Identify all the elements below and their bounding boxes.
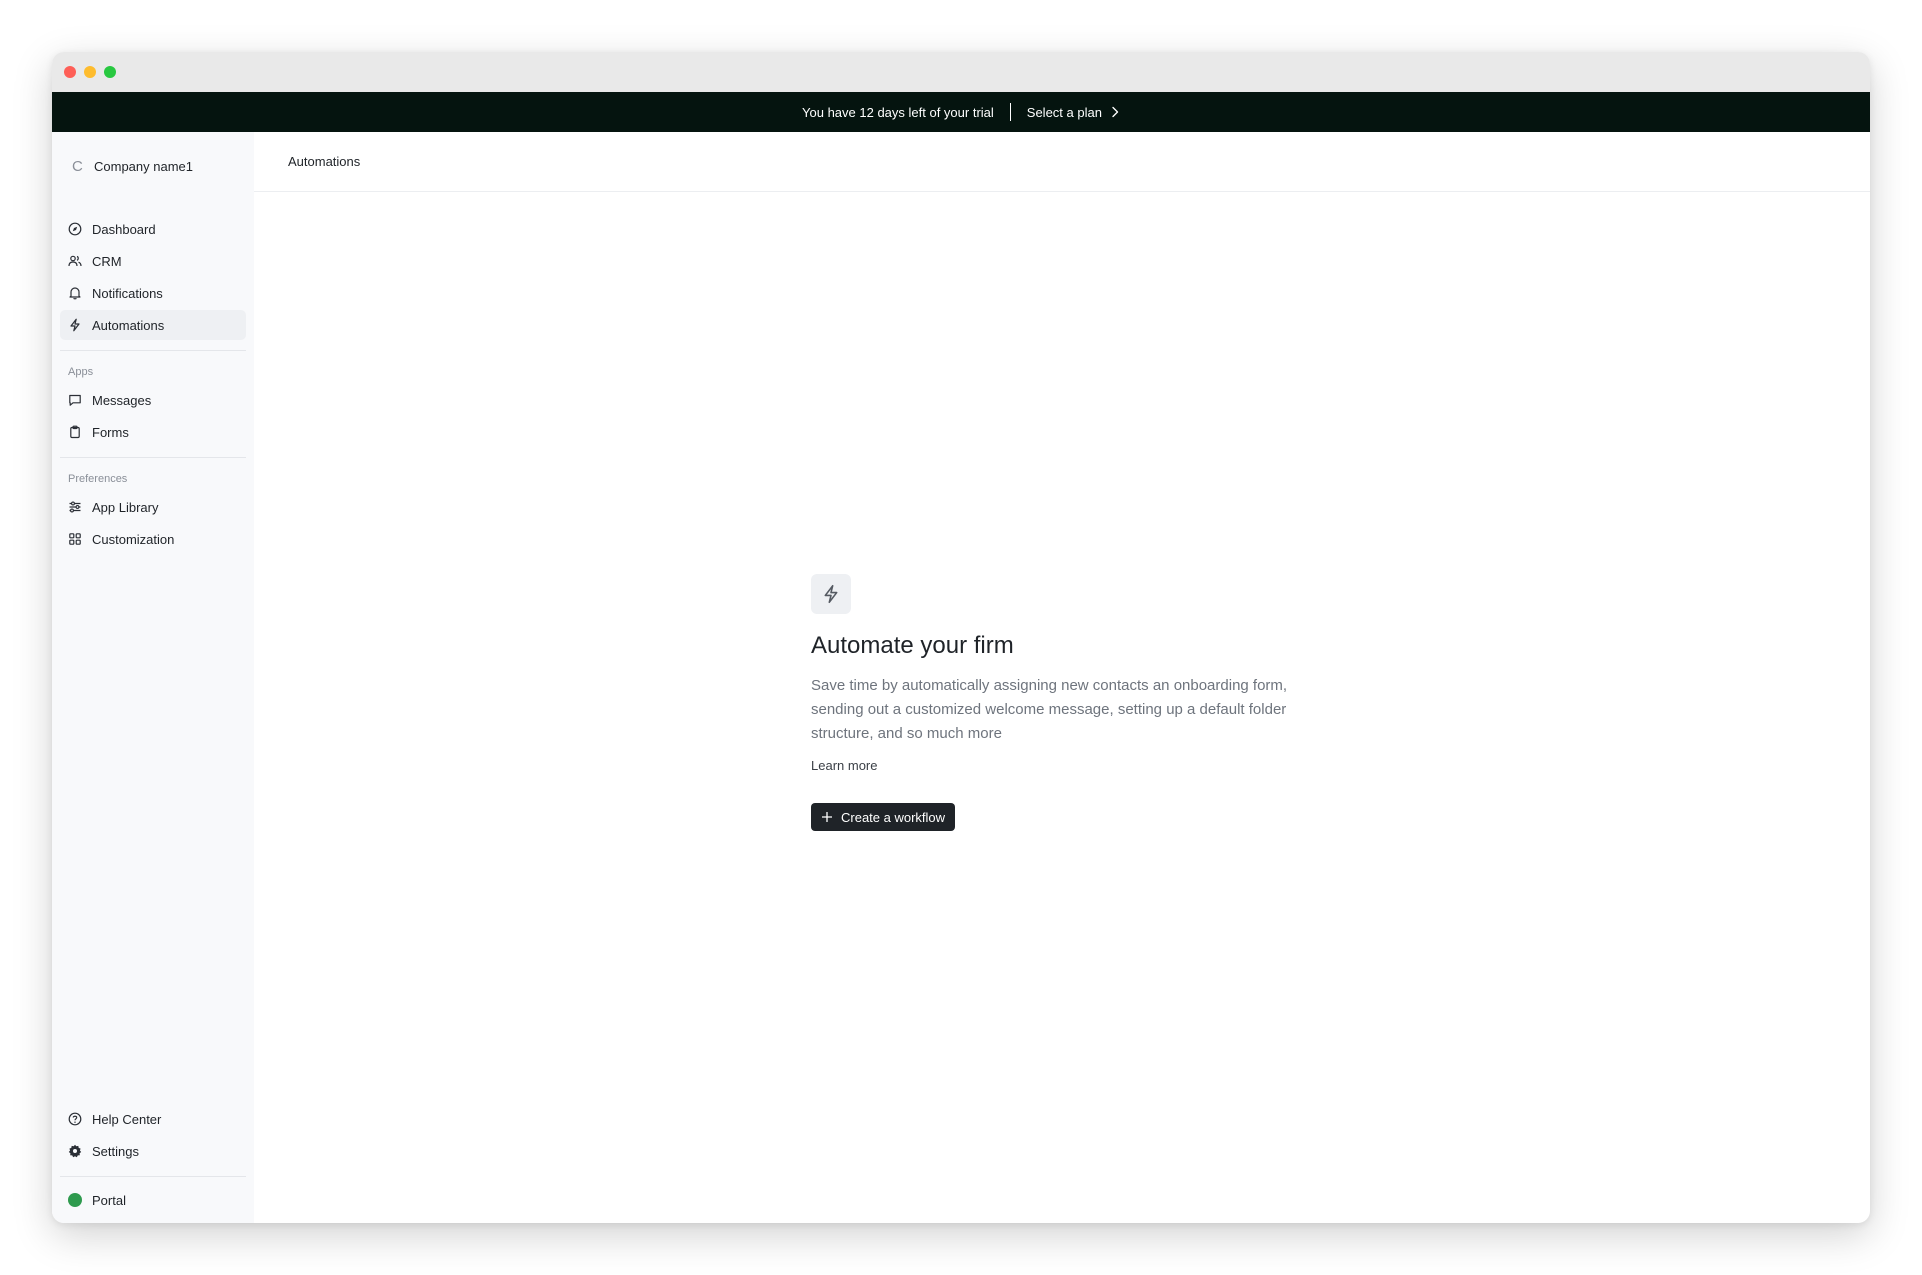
window-titlebar (52, 52, 1870, 92)
empty-state-icon-box (811, 574, 851, 614)
lightning-icon (824, 584, 838, 604)
sidebar-item-label: Messages (92, 392, 152, 408)
main-content: Automate your firm Save time by automati… (254, 192, 1870, 1223)
sidebar-item-label: Help Center (92, 1111, 162, 1127)
grid-icon (69, 533, 81, 545)
help-circle-icon (68, 1112, 82, 1126)
app-window: You have 12 days left of your trial Sele… (52, 52, 1870, 1223)
lightning-icon (70, 318, 80, 332)
trial-message: You have 12 days left of your trial (802, 104, 994, 120)
sidebar-item-notifications[interactable]: Notifications (60, 278, 246, 308)
plus-icon (822, 812, 832, 822)
create-workflow-label: Create a workflow (841, 809, 946, 825)
sidebar-item-label: CRM (92, 253, 122, 269)
clipboard-icon (70, 425, 80, 439)
sidebar-item-help-center[interactable]: Help Center (60, 1104, 246, 1134)
sidebar-item-label: Settings (92, 1143, 139, 1159)
sidebar-item-forms[interactable]: Forms (60, 417, 246, 447)
sliders-icon (69, 501, 81, 513)
chevron-right-icon (1112, 106, 1119, 118)
empty-state-title: Automate your firm (811, 632, 1014, 659)
sidebar-item-label: App Library (92, 499, 159, 515)
sidebar-item-settings[interactable]: Settings (60, 1136, 246, 1166)
sidebar-item-crm[interactable]: CRM (60, 246, 246, 276)
sidebar-item-app-library[interactable]: App Library (60, 492, 246, 522)
minimize-window-button[interactable] (84, 66, 96, 78)
close-window-button[interactable] (64, 66, 76, 78)
company-switcher[interactable]: C Company name1 (60, 132, 246, 200)
banner-divider (1009, 103, 1011, 121)
empty-state-description: Save time by automatically assigning new… (811, 677, 1288, 742)
empty-state: Automate your firm Save time by automati… (811, 574, 1311, 831)
compass-icon (68, 222, 82, 236)
learn-more-link[interactable]: Learn more (811, 758, 877, 773)
sidebar-item-label: Portal (92, 1192, 126, 1208)
message-icon (69, 394, 81, 406)
portal-status-dot (68, 1193, 82, 1207)
sidebar-item-label: Notifications (92, 285, 163, 301)
sidebar-item-label: Automations (92, 317, 165, 333)
create-workflow-button[interactable]: Create a workflow (811, 803, 956, 831)
sidebar-item-messages[interactable]: Messages (60, 385, 246, 415)
maximize-window-button[interactable] (104, 66, 116, 78)
sidebar-item-portal[interactable]: Portal (60, 1185, 246, 1215)
select-plan-label: Select a plan (1026, 104, 1102, 120)
sidebar-divider (60, 350, 246, 351)
company-logo-icon: C (72, 157, 83, 175)
select-plan-link[interactable]: Select a plan (1027, 105, 1120, 120)
gear-icon (68, 1144, 82, 1158)
sidebar-divider (60, 457, 246, 458)
trial-banner: You have 12 days left of your trial Sele… (52, 92, 1870, 132)
sidebar-item-label: Customization (92, 531, 175, 547)
preferences-section-label: Preferences (68, 473, 128, 485)
sidebar-item-label: Dashboard (92, 221, 156, 237)
apps-section-label: Apps (68, 366, 94, 378)
company-name: Company name1 (94, 158, 193, 174)
sidebar-item-automations[interactable]: Automations (60, 310, 246, 340)
main-nav: Dashboard CRM Notifications Automations (60, 200, 246, 342)
sidebar-divider (60, 1176, 246, 1177)
bell-icon (69, 287, 81, 300)
page-title: Automations (288, 154, 361, 169)
sidebar: C Company name1 Dashboard CRM Notificati… (52, 132, 254, 1223)
sidebar-item-label: Forms (92, 424, 129, 440)
sidebar-item-customization[interactable]: Customization (60, 524, 246, 554)
users-icon (68, 255, 82, 267)
sidebar-item-dashboard[interactable]: Dashboard (60, 214, 246, 244)
main-panel: Automations Automate your firm Save time… (254, 132, 1870, 1223)
page-header: Automations (254, 132, 1870, 192)
